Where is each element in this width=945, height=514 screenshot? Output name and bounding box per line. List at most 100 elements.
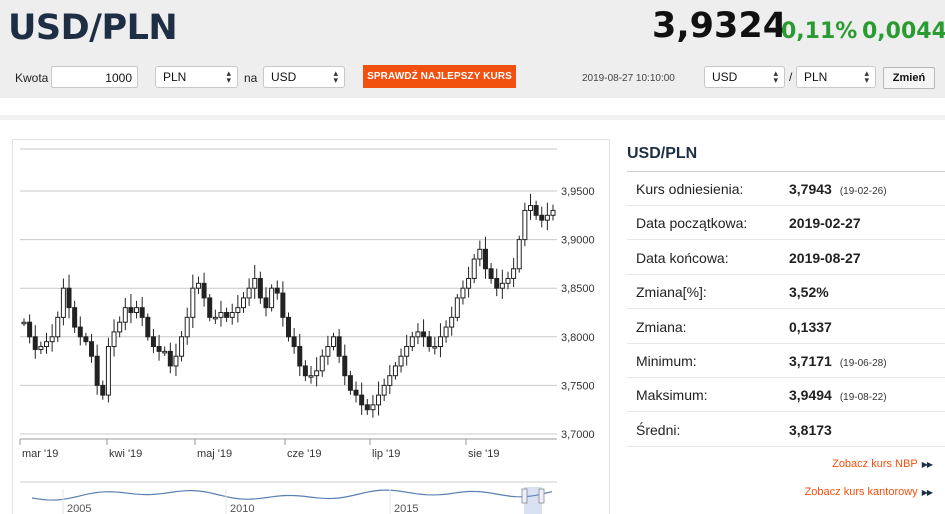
candle-body [72,307,78,328]
nbp-rate-link[interactable]: Zobacz kurs NBP ▶▶ [832,458,933,470]
double-chevron-right-icon: ▶▶ [921,460,933,469]
from-currency-select[interactable]: PLN ▴ ▾ [155,66,238,88]
candle-body [421,331,427,338]
candle-body [443,326,449,338]
candle-body [404,346,410,357]
navigator-tick-label: 2015 [394,503,418,514]
candle-body [516,239,522,270]
x-tick-label: kwi '19 [109,448,142,460]
candle-body [83,336,89,343]
section-divider [0,115,945,120]
stats-row-value-text: 3,9494 [789,387,832,404]
candle-body [145,316,151,338]
quote-header: USD/PLN 3,9324 0,11% 0,0044 Kwota 1000 P… [0,0,945,98]
stats-row-value: 3,7943 (19-02-26) [789,181,887,197]
candle-body [134,307,140,313]
stats-row-label: Data końcowa: [636,249,729,266]
base-currency-select[interactable]: USD ▴ ▾ [704,66,785,88]
candle-body [156,346,162,352]
candle-body [257,277,263,299]
quote-currency-value: PLN [804,70,828,84]
stats-row-value-text: 2019-08-27 [789,249,861,266]
exchange-office-rate-link[interactable]: Zobacz kurs kantorowy ▶▶ [804,486,933,498]
candle-body [252,277,258,289]
nbp-rate-link-label: Zobacz kurs NBP [832,458,918,470]
candle-body [49,336,55,343]
candle-body [66,287,72,309]
price-chart[interactable]: 3,7000 3,7500 3,8000 3,8500 3,9000 3,9500 mar … [12,139,610,514]
candle-body [437,336,443,348]
candle-body [364,404,370,411]
candle-body [184,316,190,338]
select-arrows-icon: ▴ ▾ [226,68,231,85]
candle-body [314,370,320,377]
candle-body [280,292,286,318]
candle-body [359,394,365,406]
x-tick-label: lip '19 [372,448,400,460]
candle-body [246,287,252,299]
candle-body [122,307,128,323]
candle-body [167,350,173,367]
stats-row-value: 3,52% [789,284,829,300]
stats-row-label: Data początkowa: [636,215,748,232]
candle-body [274,287,280,294]
stats-row-value-text: 3,7943 [789,181,832,197]
best-rate-button[interactable]: SPRAWDŹ NAJLEPSZY KURS [363,65,516,88]
candle-body [32,336,38,350]
select-arrows-icon: ▴ ▾ [864,68,869,85]
candle-body [471,258,477,279]
select-arrows-icon: ▴ ▾ [333,68,338,85]
quote-timestamp: 2019-08-27 10:10:00 [582,73,675,84]
candle-body [286,316,291,338]
amount-input[interactable]: 1000 [51,66,138,88]
candle-body [522,209,528,241]
stats-row-value-text: 0,1337 [789,318,832,335]
navigator-series [31,489,553,501]
candle-body [550,209,556,216]
candle-body [38,346,44,350]
stats-row: Średni: 3,8173 [627,413,945,447]
y-tick-label: 3,9500 [561,186,595,198]
stats-row: Data początkowa: 2019-02-27 [627,206,945,241]
connector-label: na [244,71,258,85]
candle-body [55,316,61,338]
candle-body [488,268,494,279]
candle-body [240,297,246,309]
candle-body [415,331,421,338]
candle-body [505,277,511,284]
exchange-office-rate-link-label: Zobacz kurs kantorowy [804,486,918,498]
x-tick-label: sie '19 [468,448,499,460]
y-tick-label: 3,7000 [561,429,595,441]
candle-body [432,346,438,349]
y-tick-label: 3,9000 [561,235,595,247]
to-currency-select[interactable]: USD ▴ ▾ [263,66,345,88]
stats-row-value-text: 3,52% [789,284,829,301]
candle-body [77,326,83,338]
candle-body [499,282,505,289]
from-currency-value: PLN [163,70,187,84]
change-percent: 0,11% [781,19,858,44]
stats-row-date: (19-08-22) [839,392,887,404]
stats-row-label: Zmiana[%]: [636,284,707,301]
change-pair-button[interactable]: Zmień [883,67,935,89]
candle-body [105,346,111,396]
candle-body [539,214,545,221]
candle-body [207,297,213,318]
candle-body [319,355,325,372]
candle-body [409,336,415,348]
candle-body [376,394,382,406]
stats-row-value: 3,7171 (19-06-28) [789,353,887,369]
candle-body [44,341,50,348]
stats-row-value: 3,8173 [789,422,832,438]
candle-body [544,214,550,221]
candle-body [477,248,483,260]
stats-row-label: Średni: [636,421,681,438]
stats-title: USD/PLN [627,145,698,162]
candle-body [201,282,207,299]
candle-body [229,312,235,318]
candle-body [426,336,432,348]
quote-currency-select[interactable]: PLN ▴ ▾ [796,66,876,88]
x-tick-label: mar '19 [22,448,58,460]
candle-body [190,287,196,318]
candle-body [353,389,359,396]
